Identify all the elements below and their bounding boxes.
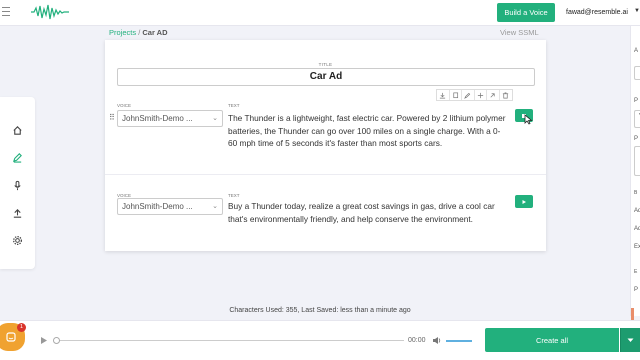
microphone-icon[interactable] bbox=[10, 178, 24, 192]
chat-badge: 1 bbox=[17, 323, 26, 332]
breadcrumb: Projects / Car AD bbox=[109, 28, 168, 37]
progress-track[interactable] bbox=[54, 340, 404, 341]
download-icon[interactable] bbox=[437, 90, 450, 100]
voice-select-value: JohnSmith-Demo ... bbox=[122, 114, 193, 123]
title-input[interactable]: Car Ad bbox=[117, 68, 535, 86]
clip-block: VOICE TEXT JohnSmith-Demo ... ⌄ Buy a Th… bbox=[105, 180, 546, 251]
right-panel: A P T P B Ad Ad Ex E P bbox=[630, 26, 640, 322]
voice-label: VOICE bbox=[117, 103, 132, 108]
right-panel-field[interactable] bbox=[634, 146, 640, 176]
right-panel-item: A bbox=[634, 48, 639, 54]
clip-text[interactable]: The Thunder is a lightweight, fast elect… bbox=[228, 112, 508, 150]
cursor-icon bbox=[524, 114, 533, 125]
right-panel-item: P bbox=[634, 136, 639, 142]
link-icon[interactable] bbox=[487, 90, 500, 100]
text-label: TEXT bbox=[228, 193, 240, 198]
right-panel-field[interactable] bbox=[634, 66, 640, 80]
player-play-icon[interactable] bbox=[40, 336, 48, 345]
time-display: 00:00 bbox=[408, 337, 426, 344]
chevron-down-icon: ⌄ bbox=[212, 203, 218, 210]
adjust-icon[interactable] bbox=[475, 90, 487, 100]
chevron-down-icon[interactable] bbox=[620, 328, 640, 352]
right-panel-item[interactable]: Ad bbox=[634, 226, 640, 232]
settings-icon[interactable] bbox=[10, 233, 24, 247]
top-bar: Build a Voice fawad@resemble.ai ▼ bbox=[0, 0, 640, 26]
copy-icon[interactable] bbox=[450, 90, 462, 100]
project-card: TITLE Car Ad VOICE TEXT ⠿ JohnSmith-Demo… bbox=[105, 40, 546, 251]
left-rail bbox=[0, 97, 35, 269]
breadcrumb-current: Car AD bbox=[142, 28, 168, 37]
volume-slider[interactable] bbox=[446, 340, 472, 342]
right-panel-item: P bbox=[634, 98, 639, 104]
voice-select[interactable]: JohnSmith-Demo ... ⌄ bbox=[117, 110, 223, 127]
menu-icon[interactable] bbox=[2, 7, 10, 17]
volume-icon[interactable] bbox=[432, 336, 442, 345]
chat-icon bbox=[5, 332, 16, 342]
text-label: TEXT bbox=[228, 103, 240, 108]
upload-icon[interactable] bbox=[10, 206, 24, 220]
chevron-down-icon: ⌄ bbox=[212, 115, 218, 122]
right-panel-item[interactable]: Ex bbox=[634, 244, 640, 250]
progress-knob[interactable] bbox=[53, 337, 60, 344]
right-panel-item: B bbox=[634, 190, 638, 196]
edit-icon[interactable] bbox=[10, 150, 24, 164]
right-panel-item: E bbox=[634, 269, 638, 275]
play-button[interactable] bbox=[515, 195, 533, 208]
status-text: Characters Used: 355, Last Saved: less t… bbox=[229, 307, 411, 314]
view-ssml-link[interactable]: View SSML bbox=[500, 28, 539, 37]
clip-block: VOICE TEXT ⠿ JohnSmith-Demo ... ⌄ The Th… bbox=[105, 89, 546, 175]
create-all-button[interactable]: Create all bbox=[485, 328, 619, 352]
user-email[interactable]: fawad@resemble.ai bbox=[566, 9, 628, 16]
edit-icon[interactable] bbox=[462, 90, 475, 100]
drag-handle-icon[interactable]: ⠿ bbox=[109, 113, 115, 122]
resemble-logo[interactable] bbox=[30, 3, 70, 21]
chevron-down-icon[interactable]: ▼ bbox=[634, 8, 640, 14]
home-icon[interactable] bbox=[10, 123, 24, 137]
right-panel-field[interactable]: T bbox=[634, 110, 640, 128]
right-panel-item[interactable]: P bbox=[634, 287, 638, 293]
play-icon bbox=[522, 199, 526, 204]
build-voice-button[interactable]: Build a Voice bbox=[497, 3, 555, 22]
voice-select[interactable]: JohnSmith-Demo ... ⌄ bbox=[117, 198, 223, 215]
breadcrumb-separator: / bbox=[138, 28, 141, 37]
title-label: TITLE bbox=[318, 62, 333, 67]
delete-icon[interactable] bbox=[500, 90, 513, 100]
breadcrumb-projects[interactable]: Projects bbox=[109, 28, 136, 37]
clip-toolbar bbox=[436, 89, 513, 101]
right-panel-item[interactable]: Ad bbox=[634, 208, 640, 214]
clip-text[interactable]: Buy a Thunder today, realize a great cos… bbox=[228, 200, 508, 225]
voice-select-value: JohnSmith-Demo ... bbox=[122, 202, 193, 211]
